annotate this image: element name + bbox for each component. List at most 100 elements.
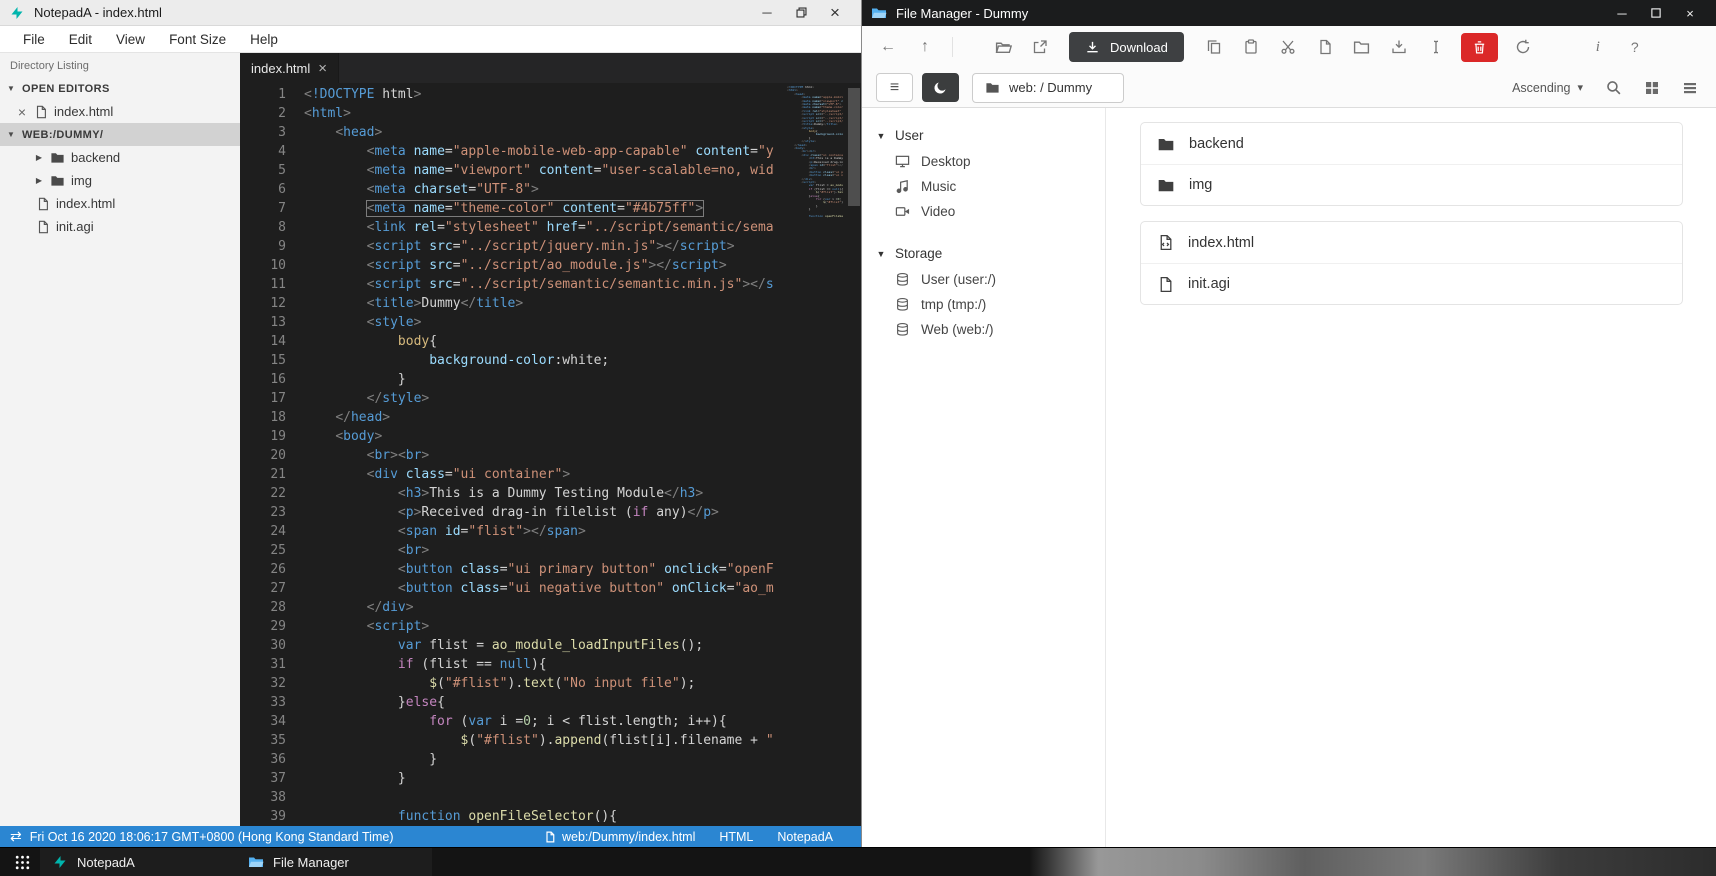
grid-view-button[interactable] <box>1644 80 1660 96</box>
paste-button[interactable] <box>1239 34 1263 60</box>
code-line[interactable]: body{ <box>304 332 774 351</box>
app-launcher-button[interactable] <box>4 848 40 876</box>
minimap[interactable]: <!DOCTYPE html> <html> <head> <meta name=… <box>787 86 843 218</box>
code-line[interactable]: <title>Dummy</title> <box>304 294 774 313</box>
code-line[interactable]: } <box>304 370 774 389</box>
code-line[interactable]: </head> <box>304 408 774 427</box>
copy-button[interactable] <box>1202 34 1226 60</box>
up-button[interactable]: ↑ <box>913 34 937 60</box>
rename-button[interactable] <box>1424 34 1448 60</box>
sidebar-item-desktop[interactable]: Desktop <box>876 149 1105 174</box>
file-row-img[interactable]: img <box>1141 164 1682 205</box>
code-line[interactable]: <meta charset="UTF-8"> <box>304 180 774 199</box>
new-folder-button[interactable] <box>1350 34 1374 60</box>
code-line[interactable]: <br> <box>304 541 774 560</box>
download-button[interactable]: Download <box>1069 32 1184 62</box>
code-line[interactable]: <style> <box>304 313 774 332</box>
back-button[interactable]: ← <box>876 34 900 60</box>
sort-order-dropdown[interactable]: Ascending ▾ <box>1512 81 1583 95</box>
sidebar-item-web-drive[interactable]: Web (web:/) <box>876 317 1105 342</box>
file-row-init-agi[interactable]: init.agi <box>1141 263 1682 304</box>
delete-button[interactable] <box>1460 32 1498 62</box>
code-line[interactable]: <body> <box>304 427 774 446</box>
code-line[interactable]: $("#flist").text("No input file"); <box>304 674 774 693</box>
minimize-button[interactable]: ─ <box>1605 0 1639 26</box>
tab-close-icon[interactable]: × <box>318 60 327 77</box>
scrollbar-thumb[interactable] <box>848 88 860 206</box>
restore-button[interactable] <box>784 0 818 26</box>
sidebar-item-video[interactable]: Video <box>876 199 1105 224</box>
menu-view[interactable]: View <box>105 28 156 51</box>
code-line[interactable]: <meta name="theme-color" content="#4b75f… <box>304 199 774 218</box>
code-line[interactable]: <p>Received drag-in filelist (if any)</p… <box>304 503 774 522</box>
code-line[interactable]: $("#flist").append(flist[i].filename + "… <box>304 731 774 750</box>
taskbar-item-notepada[interactable]: NotepadA <box>40 848 236 876</box>
path-breadcrumb[interactable]: web: / Dummy <box>972 72 1124 103</box>
close-editor-icon[interactable]: × <box>16 104 28 120</box>
tree-file-index-html[interactable]: index.html <box>0 192 240 215</box>
menu-font-size[interactable]: Font Size <box>158 28 237 51</box>
close-button[interactable]: × <box>1673 0 1707 26</box>
sidebar-item-tmp-drive[interactable]: tmp (tmp:/) <box>876 292 1105 317</box>
code-line[interactable]: <h3>This is a Dummy Testing Module</h3> <box>304 484 774 503</box>
code-line[interactable]: </style> <box>304 389 774 408</box>
code-line[interactable]: <meta name="viewport" content="user-scal… <box>304 161 774 180</box>
search-button[interactable] <box>1605 79 1622 96</box>
code-line[interactable]: if (flist == null){ <box>304 655 774 674</box>
code-line[interactable]: <meta name="apple-mobile-web-app-capable… <box>304 142 774 161</box>
code-line[interactable]: <link rel="stylesheet" href="../script/s… <box>304 218 774 237</box>
code-line[interactable]: <script src="../script/semantic/semantic… <box>304 275 774 294</box>
code-line[interactable]: <html> <box>304 104 774 123</box>
new-file-button[interactable] <box>1313 34 1337 60</box>
open-new-window-button[interactable] <box>1028 34 1052 60</box>
code-line[interactable]: <span id="flist"></span> <box>304 522 774 541</box>
file-manager-titlebar[interactable]: File Manager - Dummy ─ × <box>862 0 1716 26</box>
minimize-button[interactable]: ─ <box>750 0 784 26</box>
code-line[interactable]: <script src="../script/jquery.min.js"></… <box>304 237 774 256</box>
code-line[interactable]: <head> <box>304 123 774 142</box>
editor-scrollbar[interactable] <box>847 83 861 826</box>
upload-button[interactable] <box>1387 34 1411 60</box>
code-line[interactable]: <div class="ui container"> <box>304 465 774 484</box>
maximize-button[interactable] <box>1639 0 1673 26</box>
open-editors-section[interactable]: ▼ OPEN EDITORS <box>0 77 240 100</box>
menu-button[interactable]: ≡ <box>876 73 913 102</box>
menu-file[interactable]: File <box>12 28 56 51</box>
code-editor[interactable]: 1 2 3 4 5 6 7 8 9 10 11 12 13 14 15 16 17 18 19 20 21 22 23 24 2… <box>240 83 861 826</box>
refresh-button[interactable] <box>1511 34 1535 60</box>
code-line[interactable]: <script src="../script/ao_module.js"></s… <box>304 256 774 275</box>
info-button[interactable]: i <box>1586 34 1610 60</box>
code-line[interactable]: var flist = ao_module_loadInputFiles(); <box>304 636 774 655</box>
menu-help[interactable]: Help <box>239 28 289 51</box>
open-editor-item[interactable]: × index.html <box>0 100 240 123</box>
sidebar-section-user[interactable]: ▼ User <box>876 122 1105 149</box>
workspace-section[interactable]: ▼ WEB:/DUMMY/ <box>0 123 240 146</box>
sidebar-section-storage[interactable]: ▼ Storage <box>876 240 1105 267</box>
menu-edit[interactable]: Edit <box>58 28 103 51</box>
taskbar-item-file-manager[interactable]: File Manager <box>236 848 432 876</box>
sidebar-item-user-drive[interactable]: User (user:/) <box>876 267 1105 292</box>
file-row-index-html[interactable]: index.html <box>1141 222 1682 263</box>
cut-button[interactable] <box>1276 34 1300 60</box>
theme-toggle-button[interactable] <box>922 73 959 102</box>
help-button[interactable]: ? <box>1623 34 1647 60</box>
tree-file-init-agi[interactable]: init.agi <box>0 215 240 238</box>
file-row-backend[interactable]: backend <box>1141 123 1682 164</box>
tab-index-html[interactable]: index.html × <box>240 53 340 83</box>
open-button[interactable] <box>991 34 1015 60</box>
tree-folder-backend[interactable]: ▶ backend <box>0 146 240 169</box>
code-line[interactable] <box>304 788 774 807</box>
code-line[interactable]: }else{ <box>304 693 774 712</box>
notepada-titlebar[interactable]: NotepadA - index.html ─ × <box>0 0 861 26</box>
list-view-button[interactable] <box>1682 80 1698 96</box>
code-line[interactable]: <br><br> <box>304 446 774 465</box>
code-line[interactable]: <!DOCTYPE html> <box>304 85 774 104</box>
code-line[interactable]: } <box>304 750 774 769</box>
code-line[interactable]: } <box>304 769 774 788</box>
tree-folder-img[interactable]: ▶ img <box>0 169 240 192</box>
code-line[interactable]: </div> <box>304 598 774 617</box>
code-line[interactable]: <button class="ui primary button" onclic… <box>304 560 774 579</box>
code-line[interactable]: <button class="ui negative button" onCli… <box>304 579 774 598</box>
close-button[interactable]: × <box>818 0 852 26</box>
sidebar-item-music[interactable]: Music <box>876 174 1105 199</box>
